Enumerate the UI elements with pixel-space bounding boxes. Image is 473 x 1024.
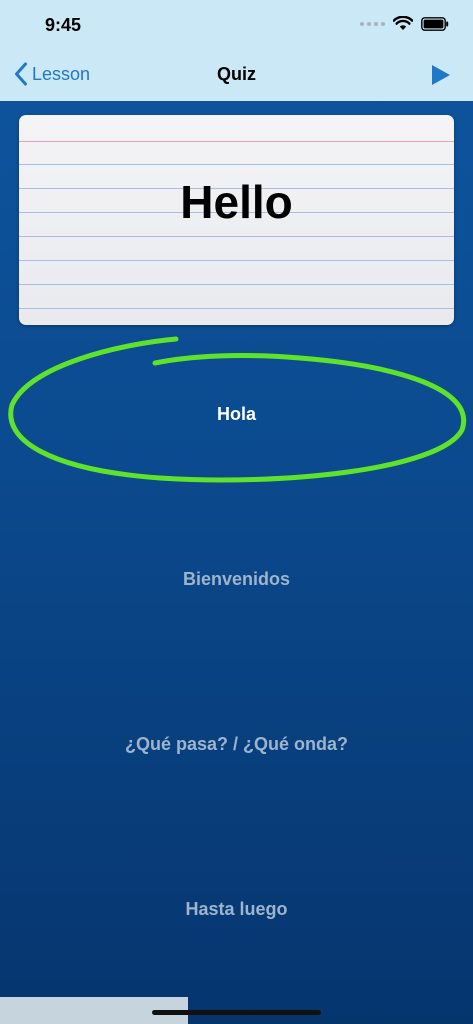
page-title: Quiz (217, 64, 256, 84)
answer-option-4[interactable]: Hasta luego (0, 899, 473, 920)
status-icons (360, 16, 449, 31)
status-time: 9:45 (45, 15, 82, 35)
answer-option-1[interactable]: Hola (0, 404, 473, 425)
flash-card: Hello (19, 115, 454, 325)
answer-option-2[interactable]: Bienvenidos (0, 569, 473, 590)
play-button[interactable] (431, 64, 451, 91)
play-icon (432, 65, 450, 85)
signal-icon (360, 21, 385, 26)
card-word: Hello (180, 176, 293, 228)
answer-option-3[interactable]: ¿Qué pasa? / ¿Qué onda? (0, 734, 473, 755)
card-margin-line (19, 141, 454, 142)
top-bar: 9:45 Lesson Quiz (0, 0, 473, 101)
wifi-icon (393, 16, 413, 30)
home-indicator[interactable] (152, 1010, 321, 1015)
battery-icon (421, 16, 449, 31)
